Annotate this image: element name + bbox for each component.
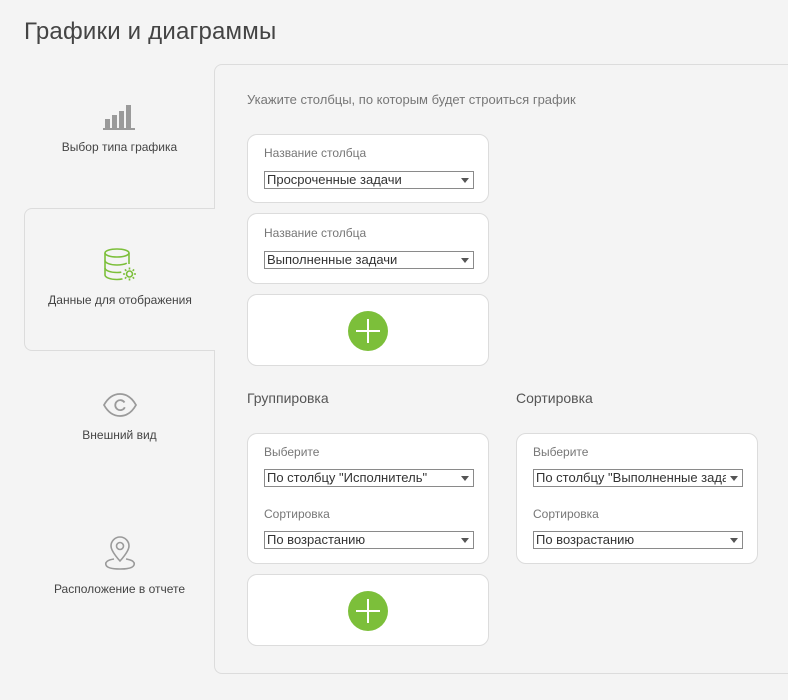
step-label: Внешний вид (82, 428, 157, 442)
chevron-down-icon (461, 476, 469, 481)
add-grouping-button[interactable] (348, 591, 388, 631)
add-column-card (247, 294, 489, 366)
sorting-column-select[interactable]: По столбцу "Выполненные задачи" (533, 469, 743, 487)
add-grouping-card (247, 574, 489, 646)
column-card: Название столбца Выполненные задачи (247, 213, 489, 284)
column-select[interactable]: Просроченные задачи (264, 171, 474, 189)
sorting-select-label: Выберите (533, 445, 589, 459)
eye-icon (102, 393, 137, 417)
grouping-card: Выберите По столбцу "Исполнитель" Сортир… (247, 433, 489, 564)
column-name-label: Название столбца (264, 226, 367, 240)
step-label: Данные для отображения (48, 293, 192, 307)
bar-chart-icon (102, 105, 135, 130)
columns-hint: Укажите столбцы, по которым будет строит… (247, 92, 576, 107)
grouping-title: Группировка (247, 390, 329, 406)
step-label: Выбор типа графика (61, 140, 178, 154)
grouping-sort-label: Сортировка (264, 507, 330, 521)
chevron-down-icon (461, 538, 469, 543)
database-gear-icon (104, 248, 136, 281)
step-appearance[interactable]: Внешний вид (24, 352, 215, 495)
column-select[interactable]: Выполненные задачи (264, 251, 474, 269)
page-title: Графики и диаграммы (24, 18, 277, 45)
grouping-select-label: Выберите (264, 445, 320, 459)
sorting-sort-select[interactable]: По возрастанию (533, 531, 743, 549)
grouping-sort-select[interactable]: По возрастанию (264, 531, 474, 549)
chevron-down-icon (730, 476, 738, 481)
step-data[interactable]: Данные для отображения (24, 208, 215, 351)
sorting-sort-label: Сортировка (533, 507, 599, 521)
step-chart-type[interactable]: Выбор типа графика (24, 64, 215, 207)
chevron-down-icon (461, 178, 469, 183)
location-pin-icon (104, 536, 135, 570)
grouping-column-select[interactable]: По столбцу "Исполнитель" (264, 469, 474, 487)
chevron-down-icon (461, 258, 469, 263)
add-column-button[interactable] (348, 311, 388, 351)
sorting-title: Сортировка (516, 390, 593, 406)
step-label: Расположение в отчете (53, 582, 186, 596)
sorting-card: Выберите По столбцу "Выполненные задачи"… (516, 433, 758, 564)
column-name-label: Название столбца (264, 146, 367, 160)
step-placement[interactable]: Расположение в отчете (24, 496, 215, 639)
column-card: Название столбца Просроченные задачи (247, 134, 489, 203)
chevron-down-icon (730, 538, 738, 543)
